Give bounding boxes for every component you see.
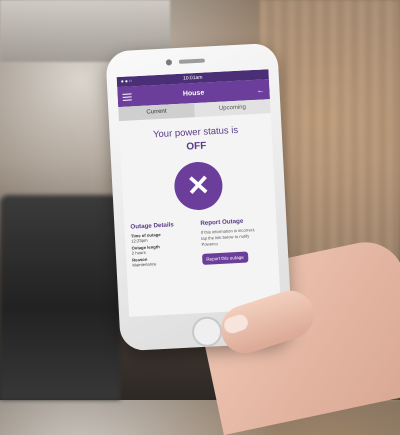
background-coffee-maker <box>0 195 120 400</box>
x-icon: ✕ <box>173 160 224 212</box>
arrow-left-icon[interactable]: ← <box>255 85 264 94</box>
phone-screen: ●●○ 10:01am House ← Current Upcoming You… <box>116 69 281 317</box>
hamburger-icon[interactable] <box>122 92 132 101</box>
report-outage-button[interactable]: Report this outage <box>201 251 249 266</box>
report-outage-text: If this information is incorrect, tap th… <box>200 227 256 248</box>
tab-upcoming[interactable]: Upcoming <box>194 99 271 117</box>
home-button[interactable] <box>191 315 223 348</box>
report-outage-title: Report Outage <box>200 217 244 227</box>
tab-current[interactable]: Current <box>118 103 195 122</box>
report-outage: Report Outage If this information is inc… <box>200 216 272 266</box>
earpiece-speaker <box>178 58 205 64</box>
nav-title: House <box>182 89 205 98</box>
signal-dots: ●●○ <box>120 78 134 85</box>
outage-details: Outage Details Time of outage 12:23pm Ou… <box>130 220 202 270</box>
details-section: Outage Details Time of outage 12:23pm Ou… <box>124 216 278 270</box>
front-camera <box>165 59 173 66</box>
outage-details-title: Outage Details <box>130 221 174 231</box>
